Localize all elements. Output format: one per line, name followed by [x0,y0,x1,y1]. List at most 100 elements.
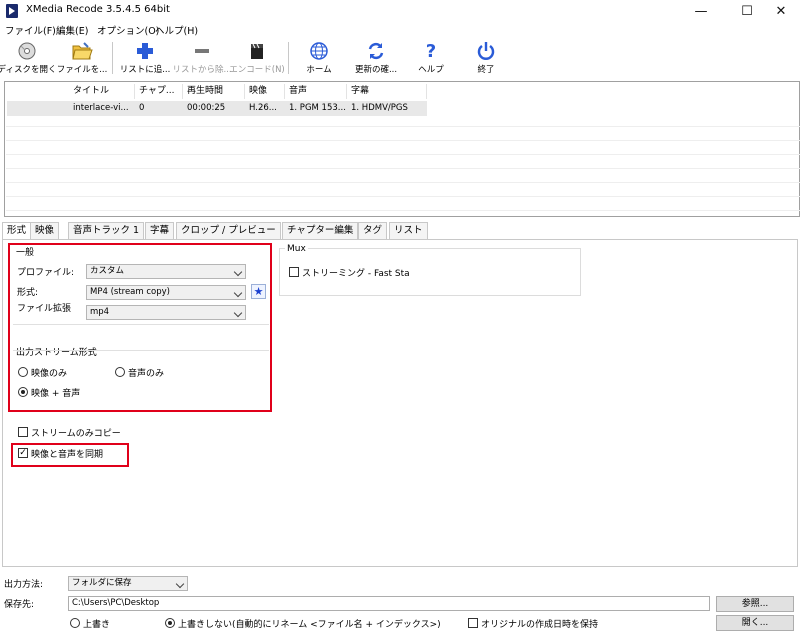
app-icon [6,4,18,18]
folder-open-icon [71,40,93,62]
tab-format[interactable]: 形式 [2,222,32,240]
overwrite-label: 上書き [83,620,111,630]
chevron-down-icon [233,267,243,277]
home-button[interactable]: ホーム [300,38,338,78]
column-header-chapter[interactable]: チャプ... [135,84,183,99]
sync-av-label: 映像と音声を同期 [31,450,104,460]
column-header-duration[interactable]: 再生時間 [183,84,245,99]
extension-select[interactable]: mp4 [86,305,246,320]
format-select[interactable]: MP4 (stream copy) [86,285,246,300]
output-method-label: 出力方法: [4,580,44,590]
row-divider [6,154,800,155]
cell-title: interlace-vi... [73,103,129,113]
menu-help[interactable]: ヘルプ(H) [155,23,198,37]
remove-from-list-button[interactable]: リストから除... [172,38,232,78]
tab-crop-preview[interactable]: クロップ / プレビュー [176,222,281,239]
video-audio-radio[interactable] [18,387,28,397]
exit-button[interactable]: 終了 [470,38,502,78]
row-divider [6,196,800,197]
minimize-button[interactable]: — [678,0,724,22]
save-to-label: 保存先: [4,600,35,610]
disc-icon [16,40,38,62]
format-label: 形式: [17,288,39,298]
file-list[interactable]: タイトル チャプ... 再生時間 映像 音声 字幕 interlace-vi..… [4,81,800,217]
tab-list[interactable]: リスト [389,222,428,239]
streaming-checkbox[interactable] [289,267,299,277]
format-panel: 一般 プロファイル: カスタム 形式: MP4 (stream copy) ★ … [2,239,798,567]
video-only-label: 映像のみ [31,369,68,379]
tab-video[interactable]: 映像 [30,222,60,239]
save-path-input[interactable]: C:\Users\PC\Desktop [68,596,710,611]
open-file-button[interactable]: ファイルを... [57,38,107,78]
sync-av-checkbox[interactable]: ✓ [18,448,28,458]
chevron-down-icon [233,308,243,318]
profile-select[interactable]: カスタム [86,264,246,279]
column-header-title[interactable]: タイトル [69,84,135,99]
cell-audio: 1. PGM 153... [289,103,346,113]
chevron-down-icon [175,579,185,589]
check-update-button[interactable]: 更新の確... [350,38,402,78]
row-divider [6,126,800,127]
video-only-radio[interactable] [18,367,28,377]
tab-audio-track[interactable]: 音声トラック 1 [68,222,145,239]
plus-icon [134,40,156,62]
keep-date-checkbox[interactable] [468,618,478,628]
tab-chapter-edit[interactable]: チャプター編集 [282,222,359,239]
column-header-audio[interactable]: 音声 [285,84,347,99]
group-general-title: 一般 [16,248,35,258]
power-icon [475,40,497,62]
window-title: XMedia Recode 3.5.4.5 64bit [26,4,170,15]
menu-file[interactable]: ファイル(F) [5,23,56,37]
refresh-icon [365,40,387,62]
keep-date-label: オリジナルの作成日時を保持 [481,620,599,630]
open-folder-button[interactable]: 開く... [716,615,794,631]
stream-copy-checkbox[interactable] [18,427,28,437]
mux-title: Mux [285,244,308,254]
minus-icon [191,40,213,62]
menu-edit[interactable]: 編集(E) [56,23,88,37]
overwrite-radio[interactable] [70,618,80,628]
cell-subtitle: 1. HDMV/PGS [351,103,408,113]
group-divider [13,324,269,325]
group-divider [13,350,269,351]
add-to-list-button[interactable]: リストに追... [118,38,172,78]
row-divider [6,168,800,169]
question-icon: ? [425,40,437,62]
tab-subtitle[interactable]: 字幕 [145,222,175,239]
open-disc-button[interactable]: ディスクを開く [0,38,56,78]
star-icon: ★ [253,285,264,298]
row-divider [6,182,800,183]
tab-bar: 形式 映像 音声トラック 1 字幕 クロップ / プレビュー チャプター編集 タ… [0,222,800,240]
toolbar: ディスクを開く ファイルを... リストに追... リストから除... エンコー… [0,38,800,78]
output-method-select[interactable]: フォルダに保存 [68,576,188,591]
row-divider [6,140,800,141]
menu-options[interactable]: オプション(O) [97,23,159,37]
cell-chapter: 0 [139,103,145,113]
output-stream-title: 出力ストリーム形式 [16,348,97,358]
video-audio-label: 映像 + 音声 [31,389,81,399]
cell-video: H.26... [249,103,277,113]
encode-button[interactable]: エンコード(N) [229,38,285,78]
browse-button[interactable]: 参照... [716,596,794,612]
audio-only-radio[interactable] [115,367,125,377]
streaming-label: ストリーミング - Fast Sta [302,269,410,279]
profile-label: プロファイル: [17,268,75,278]
column-header-video[interactable]: 映像 [245,84,285,99]
toolbar-separator [112,42,113,74]
audio-only-label: 音声のみ [128,369,165,379]
toolbar-separator [288,42,289,74]
extension-label: ファイル拡張子: [17,304,72,314]
no-overwrite-radio[interactable] [165,618,175,628]
row-divider [6,210,800,211]
help-button[interactable]: ? ヘルプ [414,38,448,78]
globe-icon [308,40,330,62]
close-button[interactable]: ✕ [762,0,800,22]
clapperboard-icon [246,40,268,62]
tab-tags[interactable]: タグ [358,222,388,239]
stream-copy-label: ストリームのみコピー [31,429,121,439]
chevron-down-icon [233,288,243,298]
favorite-button[interactable]: ★ [251,284,266,299]
menu-bar: ファイル(F) 編集(E) オプション(O) ヘルプ(H) [0,22,800,38]
title-bar: XMedia Recode 3.5.4.5 64bit — ☐ ✕ [0,0,800,22]
column-header-subtitle[interactable]: 字幕 [347,84,427,99]
